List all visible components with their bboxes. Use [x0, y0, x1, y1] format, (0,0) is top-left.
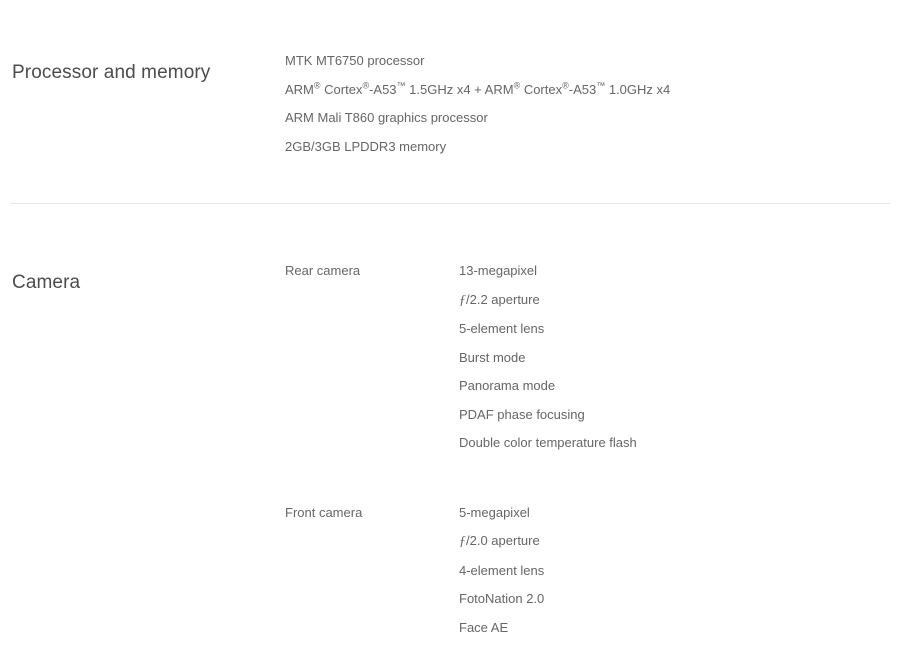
front-camera-spec-list: 5-megapixel ƒ/2.0 aperture 4-element len…	[459, 499, 900, 643]
registered-mark: ®	[362, 80, 370, 91]
list-item: Double color temperature flash	[459, 435, 637, 450]
section-title-camera: Camera	[12, 271, 81, 293]
list-item: 5-megapixel	[459, 504, 530, 520]
list-item: Panorama mode	[459, 378, 556, 393]
list-item: 2GB/3GB LPDDR3 memory	[285, 138, 447, 154]
registered-mark: ®	[562, 80, 569, 91]
list-item: PDAF phase focusing	[459, 406, 585, 422]
list-item: 13-megapixel	[459, 263, 538, 278]
list-item: Face AE	[459, 619, 509, 635]
group-label-rear-camera: Rear camera	[285, 263, 361, 278]
group-label-front-camera: Front camera	[285, 504, 363, 520]
list-item: ƒ/2.2 aperture	[459, 286, 900, 316]
rear-camera-spec-list: 13-megapixel ƒ/2.2 aperture 5-element le…	[459, 257, 900, 458]
section-title-processor-and-memory: Processor and memory	[12, 61, 211, 83]
trademark-mark: ™	[596, 80, 606, 91]
section-body-processor-and-memory: MTK MT6750 processor ARM® Cortex®-A53™ 1…	[285, 44, 900, 161]
registered-mark: ®	[313, 80, 321, 91]
list-item: FotoNation 2.0	[459, 591, 545, 606]
section-processor-and-memory: Processor and memory MTK MT6750 processo…	[0, 0, 900, 203]
section-body-camera: Rear camera 13-megapixel ƒ/2.2 aperture …	[285, 254, 900, 642]
registered-mark: ®	[513, 80, 521, 91]
list-item: MTK MT6750 processor	[285, 53, 425, 68]
list-item: 4-element lens	[459, 562, 545, 578]
list-item: ARM Mali T860 graphics processor	[285, 110, 488, 125]
aperture-value: /2.2 aperture	[466, 291, 540, 307]
list-item: ARM® Cortex®-A53™ 1.5GHz x4 + ARM® Corte…	[285, 76, 900, 105]
section-camera: Camera Rear camera 13-megapixel ƒ/2.2 ap…	[0, 204, 900, 642]
group-front-camera: Front camera 5-megapixel ƒ/2.0 aperture …	[285, 499, 900, 643]
cpu-spec-text: ARM® Cortex®-A53™ 1.5GHz x4 + ARM® Corte…	[285, 80, 671, 97]
list-item: 5-element lens	[459, 321, 545, 336]
processor-spec-list: MTK MT6750 processor ARM® Cortex®-A53™ 1…	[285, 47, 900, 161]
aperture-value: /2.0 aperture	[466, 533, 540, 548]
group-rear-camera: Rear camera 13-megapixel ƒ/2.2 aperture …	[285, 257, 900, 458]
list-item: ƒ/2.0 aperture	[459, 527, 900, 557]
trademark-mark: ™	[396, 80, 406, 91]
aperture-f-glyph: ƒ	[459, 534, 466, 549]
aperture-f-glyph: ƒ	[459, 292, 466, 308]
spec-sheet-page: Processor and memory MTK MT6750 processo…	[0, 0, 900, 661]
list-item: Burst mode	[459, 349, 526, 365]
